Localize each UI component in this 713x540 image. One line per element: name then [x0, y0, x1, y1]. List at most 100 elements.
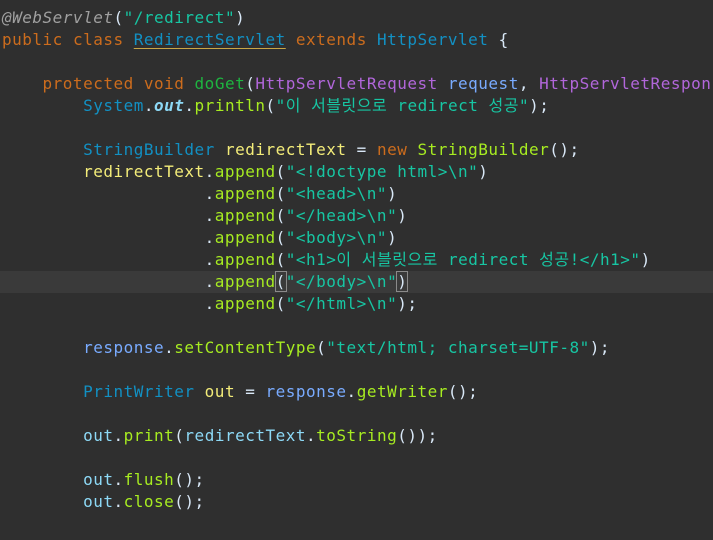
code-token: . — [306, 426, 317, 445]
code-token: append — [214, 206, 276, 225]
code-token: = — [346, 140, 377, 159]
code-token: HttpServletResponse — [539, 74, 713, 93]
code-line: redirectText.append("<!doctype html>\n") — [2, 161, 488, 183]
code-token: append — [214, 294, 276, 313]
code-token: (); — [174, 492, 205, 511]
code-token: setContentType — [174, 338, 317, 357]
code-token: doGet — [194, 74, 246, 93]
code-token: print — [123, 426, 175, 445]
code-line: System.out.println("이 서블릿으로 redirect 성공"… — [2, 95, 549, 117]
code-token: new — [376, 140, 408, 159]
code-token: redirectText — [83, 162, 205, 181]
code-token: class — [72, 30, 124, 49]
code-token: ( — [113, 8, 124, 27]
code-token: getWriter — [356, 382, 448, 401]
code-token: (); — [447, 382, 479, 401]
code-token: ) — [640, 250, 651, 269]
code-token: ( — [316, 338, 327, 357]
code-token: "/redirect" — [123, 8, 236, 27]
code-line: protected void doGet(HttpServletRequest … — [2, 73, 713, 95]
code-token: close — [123, 492, 175, 511]
code-line: @WebServlet("/redirect") — [2, 7, 245, 29]
code-token: ); — [529, 96, 550, 115]
code-token: ) — [478, 162, 489, 181]
code-line: .append("</body>\n") — [2, 271, 409, 293]
code-token: ( — [275, 250, 286, 269]
code-token: = — [235, 382, 266, 401]
code-token: . — [113, 470, 124, 489]
code-line: out.flush(); — [2, 469, 205, 491]
code-token: response — [265, 382, 347, 401]
code-token: "text/html; charset=UTF-8" — [326, 338, 590, 357]
code-token: "<h1>이 서블릿으로 redirect 성공!</h1>" — [285, 250, 641, 269]
code-token: ( — [265, 96, 276, 115]
code-token: void — [143, 74, 185, 93]
code-token: out — [204, 382, 236, 401]
code-token: public — [2, 30, 63, 49]
code-token: out — [83, 470, 114, 489]
code-token: ( — [275, 162, 286, 181]
code-token: append — [214, 162, 276, 181]
code-token: @WebServlet — [2, 8, 114, 27]
code-token: "<head>\n" — [285, 184, 388, 203]
code-token: ( — [275, 228, 286, 247]
code-token: request — [447, 74, 519, 93]
code-token: ) — [396, 271, 409, 292]
code-token: "이 서블릿으로 redirect 성공" — [275, 96, 530, 115]
code-line: out.close(); — [2, 491, 205, 513]
code-token: "</head>\n" — [285, 206, 398, 225]
code-token: ) — [387, 228, 398, 247]
code-token: . — [204, 250, 215, 269]
code-token: ( — [174, 426, 185, 445]
code-token: "</html>\n" — [285, 294, 398, 313]
code-token: . — [204, 272, 215, 291]
code-token: redirectText — [184, 426, 307, 445]
code-token: ); — [589, 338, 610, 357]
code-token: ); — [397, 294, 418, 313]
code-line: response.setContentType("text/html; char… — [2, 337, 610, 359]
code-token: (); — [549, 140, 580, 159]
code-token: HttpServlet — [376, 30, 489, 49]
text-cursor — [407, 274, 409, 291]
code-line: out.print(redirectText.toString()); — [2, 425, 438, 447]
code-token: toString — [316, 426, 398, 445]
code-token: ( — [275, 206, 286, 225]
code-token: flush — [123, 470, 175, 489]
code-token: println — [194, 96, 266, 115]
code-token: . — [113, 426, 124, 445]
code-token: redirectText — [224, 140, 347, 159]
code-token: ) — [387, 184, 398, 203]
code-editor[interactable]: @WebServlet("/redirect") public class Red… — [0, 0, 713, 540]
code-token: StringBuilder — [417, 140, 550, 159]
code-token: , — [518, 74, 540, 93]
code-token: . — [204, 228, 215, 247]
code-token: append — [214, 184, 276, 203]
code-line: public class RedirectServlet extends Htt… — [2, 29, 509, 51]
code-token: out — [154, 96, 185, 115]
code-token: . — [346, 382, 357, 401]
code-token: ( — [275, 294, 286, 313]
code-token: "<body>\n" — [285, 228, 388, 247]
code-token: ) — [235, 8, 246, 27]
code-token: . — [184, 96, 195, 115]
code-token: . — [204, 184, 215, 203]
